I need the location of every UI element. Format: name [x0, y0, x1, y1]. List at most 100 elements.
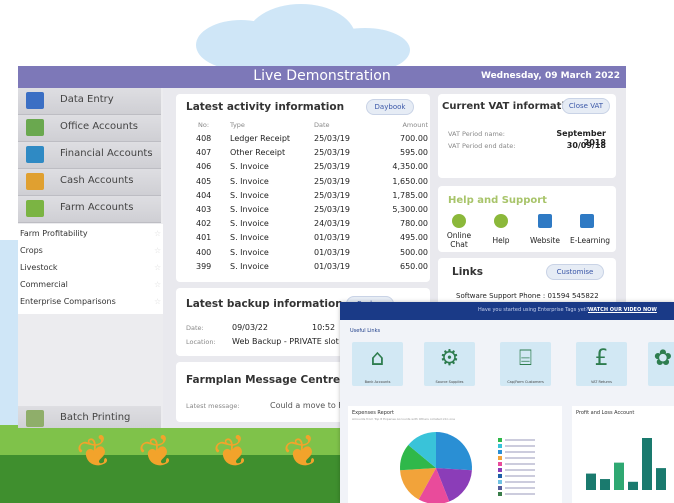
vat-end-value: 30/09/18 [566, 141, 606, 150]
row-date: 25/03/19 [314, 190, 350, 200]
table-row[interactable]: 402 S. Invoice 24/03/19 780.00 [190, 219, 450, 231]
sidebar-subitem-farm-profitability[interactable]: Farm Profitability ☆ [20, 229, 163, 238]
expenses-subtitle: Amounts from Top 8 Expense Accounts with… [352, 417, 455, 421]
table-row[interactable]: 399 S. Invoice 01/03/19 650.00 [190, 262, 450, 274]
sidebar-item-farm-accounts[interactable]: Farm Accounts [18, 196, 161, 223]
backup-date-value: 09/03/22 [232, 323, 268, 332]
daybook-button[interactable]: Daybook [366, 99, 414, 115]
sidebar-item-label: Batch Printing [60, 412, 131, 423]
row-amount: 1,785.00 [392, 190, 428, 200]
tile-vat-returns[interactable]: £ VAT Returns [576, 342, 627, 386]
activity-panel: Latest activity information Daybook No: … [176, 94, 430, 282]
sidebar-item-cash-accounts[interactable]: Cash Accounts [18, 169, 161, 196]
tile-source-supplies[interactable]: ⚙ Source Supplies [424, 342, 475, 386]
sidebar-item-data-entry[interactable]: Data Entry [18, 88, 161, 115]
row-type: S. Invoice [230, 219, 269, 229]
sidebar-item-label: Cash Accounts [60, 175, 134, 186]
table-row[interactable]: 401 S. Invoice 01/03/19 495.00 [190, 233, 450, 245]
legend-line [505, 487, 535, 489]
vat-title: Current VAT information [442, 101, 579, 112]
tile-farm-customers[interactable]: ⌸ Cap/Farm Customers [500, 342, 551, 386]
sky-strip-decoration [0, 240, 18, 425]
legend-swatch [498, 468, 502, 472]
header-no: No: [198, 121, 210, 129]
message-value[interactable]: Could a move to Fa [270, 401, 347, 410]
star-icon[interactable]: ☆ [154, 229, 161, 238]
row-type: S. Invoice [230, 261, 269, 271]
watch-video-link[interactable]: WATCH OUR VIDEO NOW [588, 307, 657, 313]
help-title: Help and Support [448, 195, 547, 206]
legend-item [498, 480, 542, 484]
row-date: 25/03/19 [314, 176, 350, 186]
row-date: 01/03/19 [314, 247, 350, 257]
row-no: 403 [196, 205, 212, 214]
vat-period-label: VAT Period name: [448, 130, 505, 138]
row-date: 25/03/19 [314, 148, 350, 158]
sidebar-subitem-crops[interactable]: Crops ☆ [20, 246, 163, 255]
expenses-card: Expenses Report Amounts from Top 8 Expen… [348, 406, 562, 503]
legend-line [505, 457, 535, 459]
sidebar-item-batch-printing[interactable]: Batch Printing [18, 406, 161, 428]
sidebar-item-office-accounts[interactable]: Office Accounts [18, 115, 161, 142]
website-link[interactable]: Website [526, 236, 564, 245]
backup-date-label: Date: [186, 324, 204, 332]
sidebar-subitem-enterprise-comparisons[interactable]: Enterprise Comparisons ☆ [20, 297, 163, 306]
row-amount: 495.00 [400, 233, 428, 243]
close-vat-button[interactable]: Close VAT [562, 98, 610, 114]
legend-line [505, 445, 535, 447]
legend-item [498, 450, 542, 454]
online-chat-link[interactable]: Online Chat [442, 231, 476, 249]
table-row[interactable]: 403 S. Invoice 25/03/19 5,300.00 [190, 205, 450, 217]
dashboard-body: Useful Links ⌂ Bank Accounts ⚙ Source Supp… [340, 320, 674, 503]
tile-more[interactable]: ✿ [648, 342, 674, 386]
sidebar-subitem-commercial[interactable]: Commercial ☆ [20, 280, 163, 289]
tile-bank-accounts[interactable]: ⌂ Bank Accounts [352, 342, 403, 386]
batch-printing-icon [26, 410, 44, 427]
star-icon[interactable]: ☆ [154, 280, 161, 289]
row-amount: 650.00 [400, 261, 428, 271]
header-amount: Amount [402, 121, 428, 129]
table-row[interactable]: 404 S. Invoice 25/03/19 1,785.00 [190, 191, 450, 203]
customise-button[interactable]: Customise [546, 264, 604, 280]
table-row[interactable]: 405 S. Invoice 25/03/19 1,650.00 [190, 177, 450, 189]
support-phone: Software Support Phone : 01594 545822 [456, 292, 599, 300]
help-link[interactable]: Help [484, 236, 518, 245]
table-row[interactable]: 408 Ledger Receipt 25/03/19 700.00 [190, 134, 450, 146]
row-no: 400 [196, 247, 212, 257]
plant-icon: ✿ [653, 346, 673, 371]
star-icon[interactable]: ☆ [154, 297, 161, 306]
help-panel: Help and Support Online Chat Help Websit… [438, 186, 616, 252]
vat-end-label: VAT Period end date: [448, 142, 516, 150]
legend-line [505, 469, 535, 471]
row-no: 402 [196, 219, 212, 229]
table-row[interactable]: 406 S. Invoice 25/03/19 4,350.00 [190, 162, 450, 174]
title-bar: Live Demonstration Wednesday, 09 March 2… [18, 66, 626, 88]
pl-bar [614, 462, 624, 490]
star-icon[interactable]: ☆ [154, 263, 161, 272]
sidebar-subitem-livestock[interactable]: Livestock ☆ [20, 263, 163, 272]
bank-icon: ⌂ [370, 346, 385, 371]
row-amount: 595.00 [400, 148, 428, 158]
legend-item [498, 444, 542, 448]
elearning-link[interactable]: E-Learning [568, 236, 612, 245]
header-type: Type [230, 121, 245, 129]
star-icon[interactable]: ☆ [154, 246, 161, 255]
current-date: Wednesday, 09 March 2022 [480, 71, 620, 81]
useful-links-title: Useful Links [350, 328, 381, 334]
legend-swatch [498, 444, 502, 448]
row-no: 405 [196, 176, 212, 186]
legend-line [505, 451, 535, 453]
row-date: 01/03/19 [314, 261, 350, 271]
backup-location-value: Web Backup - PRIVATE slot 10 [232, 337, 352, 346]
pl-bar [600, 479, 610, 490]
chat-icon[interactable] [452, 214, 466, 228]
legend-swatch [498, 492, 502, 496]
legend-swatch [498, 438, 502, 442]
sidebar-item-financial-accounts[interactable]: Financial Accounts [18, 142, 161, 169]
row-amount: 1,650.00 [392, 176, 428, 186]
elearning-icon[interactable] [580, 214, 594, 228]
help-icon[interactable] [494, 214, 508, 228]
website-icon[interactable] [538, 214, 552, 228]
table-row[interactable]: 400 S. Invoice 01/03/19 500.00 [190, 248, 450, 260]
table-row[interactable]: 407 Other Receipt 25/03/19 595.00 [190, 148, 450, 160]
